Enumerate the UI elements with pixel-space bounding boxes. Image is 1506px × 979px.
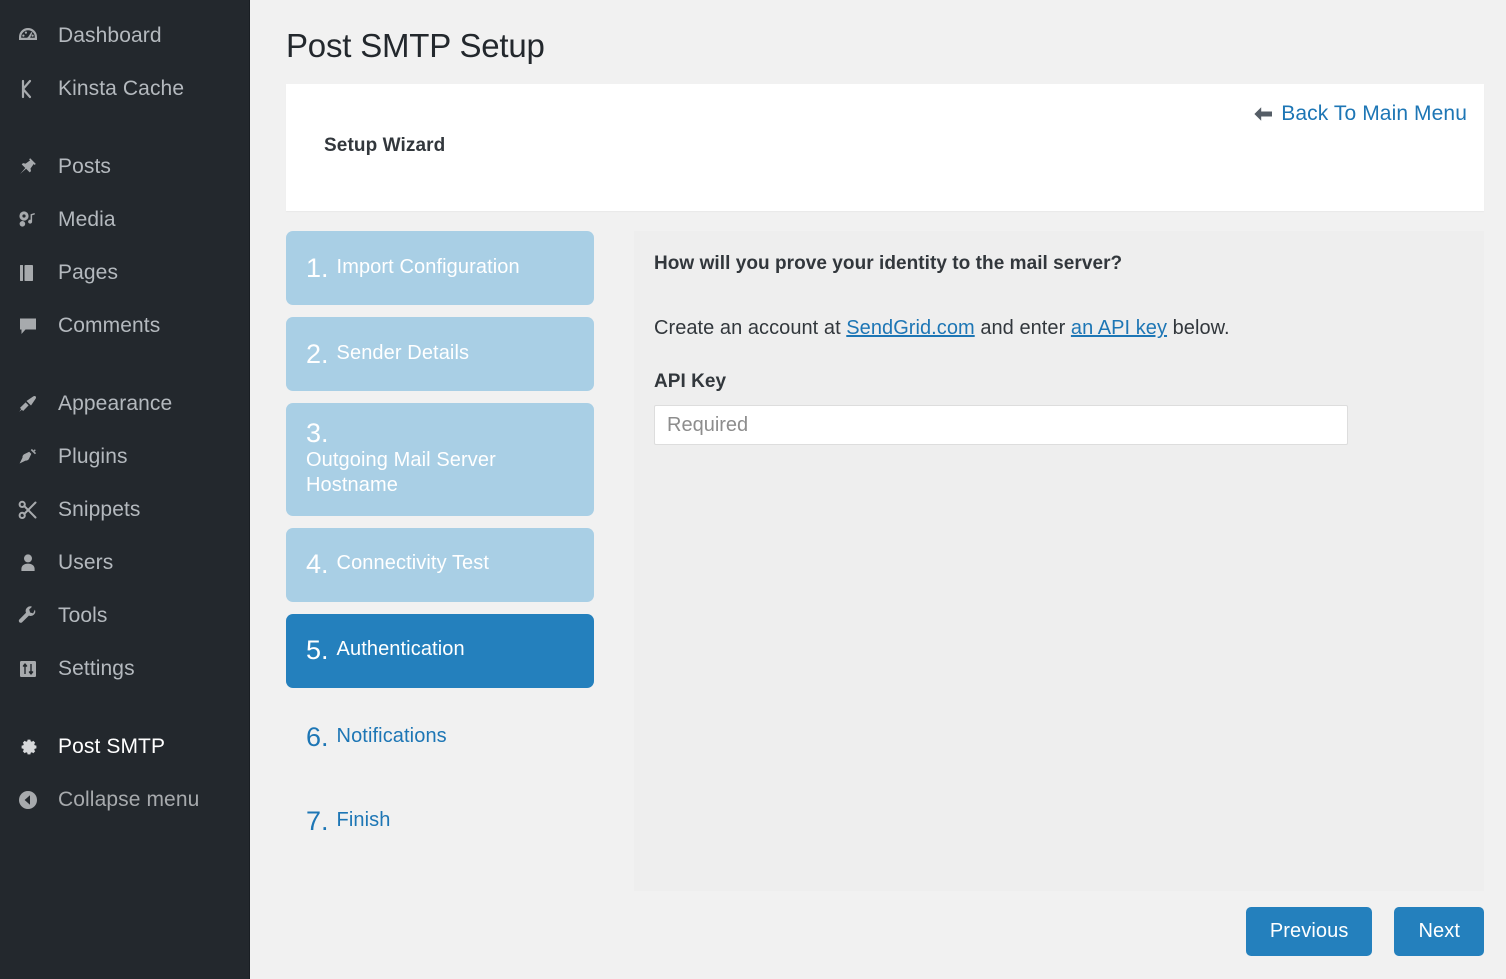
sidebar-item-label: Settings — [58, 657, 135, 681]
sidebar-item-snippets[interactable]: Snippets — [0, 483, 249, 536]
sidebar-item-label: Dashboard — [58, 24, 162, 48]
sidebar-item-tools[interactable]: Tools — [0, 589, 249, 642]
description-text-before: Create an account at — [654, 317, 846, 339]
api-key-label: API Key — [654, 371, 1460, 393]
step-content-panel: How will you prove your identity to the … — [634, 231, 1484, 891]
step-number: 2. — [306, 340, 329, 368]
sidebar-collapse-label: Collapse menu — [58, 788, 199, 812]
kinsta-icon — [11, 72, 45, 106]
user-icon — [11, 546, 45, 580]
media-icon — [11, 203, 45, 237]
next-button[interactable]: Next — [1394, 907, 1484, 956]
content-description: Create an account at SendGrid.com and en… — [654, 317, 1460, 340]
wizard-step-2[interactable]: 2. Sender Details — [286, 317, 594, 391]
sidebar-item-appearance[interactable]: Appearance — [0, 377, 249, 430]
wizard-footer: Previous Next — [286, 907, 1484, 956]
sidebar-item-settings[interactable]: Settings — [0, 642, 249, 695]
step-number: 5. — [306, 636, 329, 664]
sidebar-separator — [0, 695, 249, 720]
back-to-main-menu-link[interactable]: Back To Main Menu — [1252, 102, 1467, 126]
previous-button[interactable]: Previous — [1246, 907, 1373, 956]
main-content: Post SMTP Setup Back To Main Menu Setup … — [250, 0, 1506, 979]
setup-wizard-card: Back To Main Menu Setup Wizard — [286, 84, 1484, 211]
comments-icon — [11, 309, 45, 343]
sidebar-item-label: Pages — [58, 261, 118, 285]
sidebar-item-label: Post SMTP — [58, 735, 165, 759]
step-number: 1. — [306, 254, 329, 282]
wizard-step-5[interactable]: 5. Authentication — [286, 614, 594, 688]
sliders-icon — [11, 652, 45, 686]
sidebar-item-plugins[interactable]: Plugins — [0, 430, 249, 483]
step-label: Sender Details — [337, 341, 470, 367]
sidebar-item-dashboard[interactable]: Dashboard — [0, 9, 249, 62]
wizard-step-7[interactable]: 7. Finish — [286, 784, 594, 858]
admin-screen: Dashboard Kinsta Cache Posts — [0, 0, 1506, 979]
sidebar-item-label: Plugins — [58, 445, 128, 469]
sidebar-item-posts[interactable]: Posts — [0, 140, 249, 193]
api-key-input[interactable] — [654, 405, 1348, 445]
wrench-icon — [11, 599, 45, 633]
sendgrid-link[interactable]: SendGrid.com — [846, 317, 974, 339]
sidebar-item-label: Comments — [58, 314, 160, 338]
sidebar-item-label: Posts — [58, 155, 111, 179]
sidebar-item-comments[interactable]: Comments — [0, 299, 249, 352]
api-key-help-link[interactable]: an API key — [1071, 317, 1167, 339]
plug-icon — [11, 440, 45, 474]
step-label: Connectivity Test — [337, 551, 490, 577]
description-text-after: below. — [1167, 317, 1230, 339]
wizard-body: 1. Import Configuration 2. Sender Detail… — [286, 231, 1484, 891]
arrow-left-icon — [1252, 105, 1274, 123]
wizard-step-3[interactable]: 3. Outgoing Mail Server Hostname — [286, 403, 594, 516]
admin-sidebar: Dashboard Kinsta Cache Posts — [0, 0, 250, 979]
step-label: Notifications — [337, 724, 447, 750]
step-number: 4. — [306, 550, 329, 578]
sidebar-separator — [0, 352, 249, 377]
wizard-step-6[interactable]: 6. Notifications — [286, 700, 594, 774]
step-label: Authentication — [337, 637, 465, 663]
sidebar-item-media[interactable]: Media — [0, 193, 249, 246]
wizard-step-4[interactable]: 4. Connectivity Test — [286, 528, 594, 602]
sidebar-separator — [0, 115, 249, 140]
wizard-step-list: 1. Import Configuration 2. Sender Detail… — [286, 231, 634, 868]
sidebar-item-kinsta-cache[interactable]: Kinsta Cache — [0, 62, 249, 115]
pin-icon — [11, 150, 45, 184]
gear-icon — [11, 730, 45, 764]
scissors-icon — [11, 493, 45, 527]
sidebar-item-users[interactable]: Users — [0, 536, 249, 589]
step-label: Outgoing Mail Server Hostname — [306, 448, 574, 499]
sidebar-item-post-smtp[interactable]: Post SMTP — [0, 720, 249, 773]
sidebar-item-label: Media — [58, 208, 116, 232]
step-number: 3. — [306, 419, 329, 447]
sidebar-item-pages[interactable]: Pages — [0, 246, 249, 299]
page-title: Post SMTP Setup — [286, 0, 1506, 84]
dashboard-icon — [11, 19, 45, 53]
pages-icon — [11, 256, 45, 290]
step-number: 6. — [306, 723, 329, 751]
sidebar-item-label: Tools — [58, 604, 108, 628]
step-number: 7. — [306, 807, 329, 835]
sidebar-item-label: Kinsta Cache — [58, 77, 184, 101]
sidebar-item-label: Users — [58, 551, 113, 575]
paintbrush-icon — [11, 387, 45, 421]
content-heading: How will you prove your identity to the … — [654, 253, 1460, 275]
wizard-step-1[interactable]: 1. Import Configuration — [286, 231, 594, 305]
sidebar-item-label: Snippets — [58, 498, 141, 522]
sidebar-collapse-menu[interactable]: Collapse menu — [0, 773, 249, 826]
sidebar-item-label: Appearance — [58, 392, 172, 416]
step-label: Import Configuration — [337, 255, 520, 281]
setup-wizard-heading: Setup Wizard — [324, 135, 445, 157]
back-to-main-menu-label: Back To Main Menu — [1281, 102, 1467, 126]
step-label: Finish — [337, 808, 391, 834]
description-text-middle: and enter — [975, 317, 1071, 339]
collapse-arrow-icon — [11, 783, 45, 817]
